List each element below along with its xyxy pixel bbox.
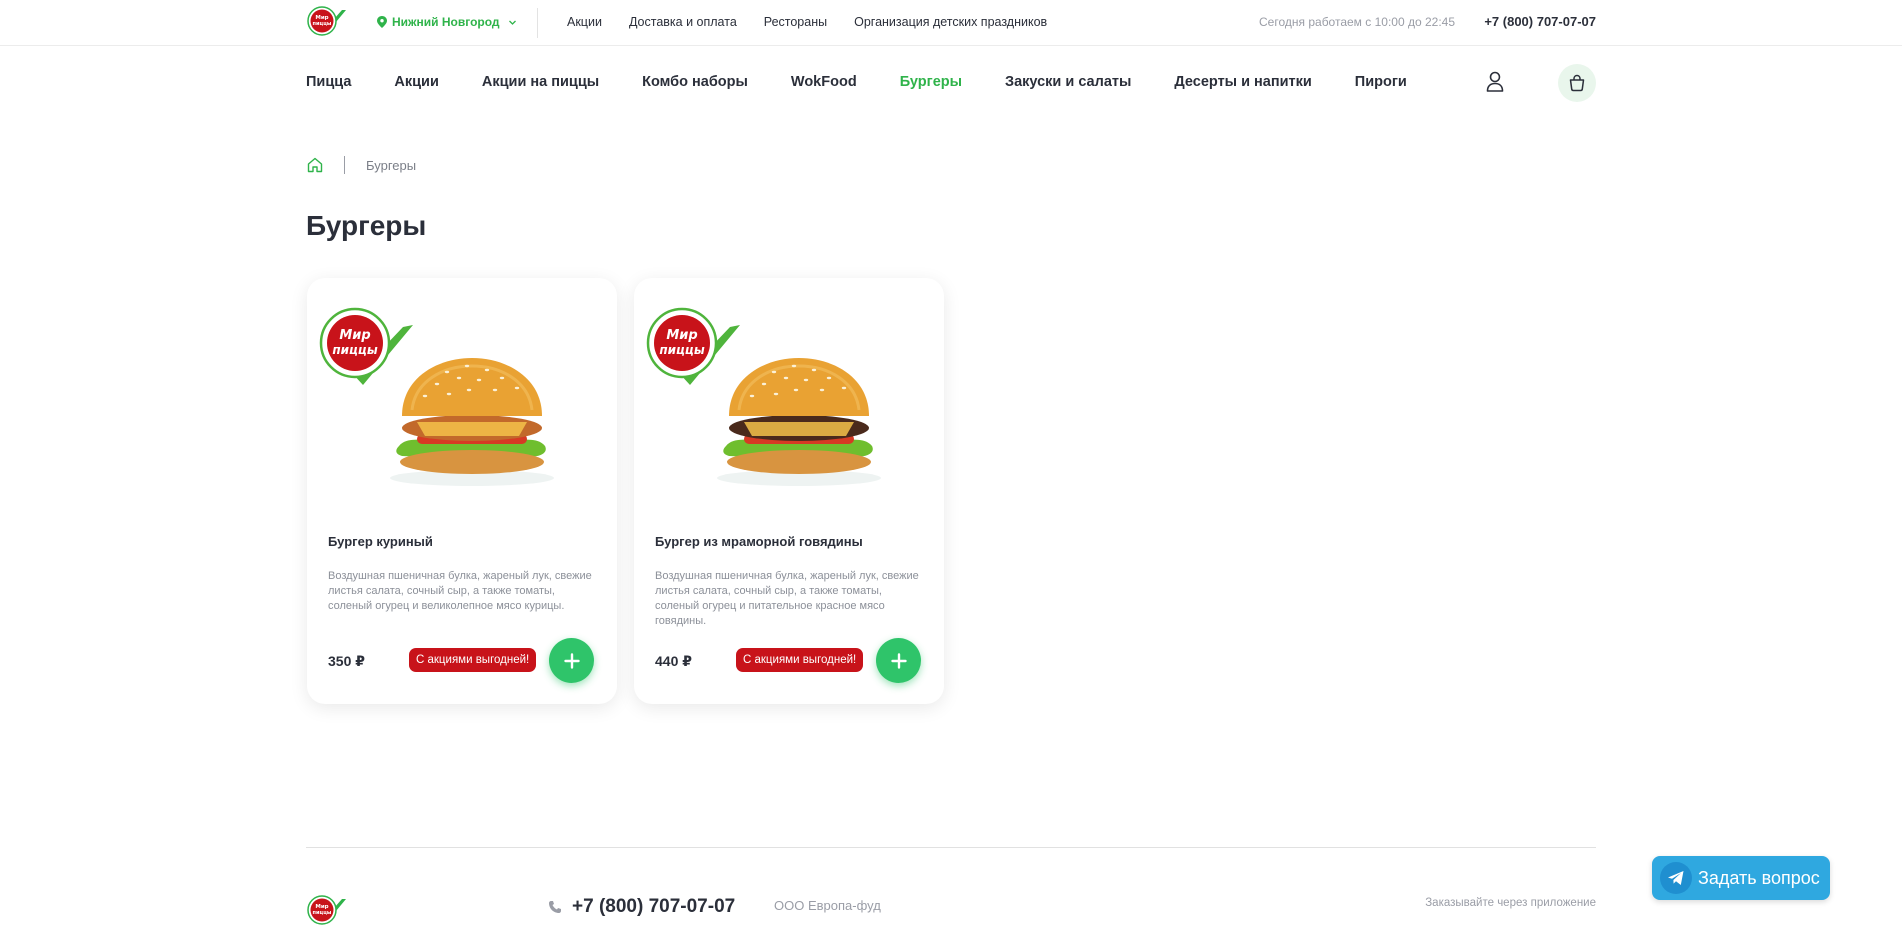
category-nav: Пицца Акции Акции на пиццы Комбо наборы … (306, 74, 1450, 90)
footer-phone[interactable]: +7 (800) 707-07-07 (548, 896, 735, 918)
breadcrumb-separator (344, 156, 345, 174)
promo-badge: С акциями выгодней! (736, 648, 864, 672)
nav-pizza-promotions[interactable]: Акции на пиццы (482, 74, 599, 90)
product-description: Воздушная пшеничная булка, жареный лук, … (655, 570, 919, 627)
nav-burgers[interactable]: Бургеры (900, 74, 962, 90)
logo-text-2: пиццы (313, 21, 332, 27)
footer-company: ООО Европа-фуд (774, 898, 881, 913)
city-name: Нижний Новгород (392, 15, 500, 29)
ask-question-button[interactable]: Задать вопрос (1652, 856, 1830, 900)
page-title: Бургеры (306, 210, 427, 241)
product-image[interactable]: Мир пиццы (307, 278, 617, 508)
product-price: 440 ₽ (655, 653, 692, 669)
product-price: 350 ₽ (328, 653, 365, 669)
nav-pizza[interactable]: Пицца (306, 74, 351, 90)
cart-button[interactable] (1558, 64, 1596, 102)
plus-icon (563, 652, 580, 669)
brand-logo-badge: Мир пиццы (319, 307, 413, 385)
breadcrumb-current: Бургеры (366, 157, 417, 173)
product-image[interactable]: Мир пиццы (634, 278, 944, 508)
brand-logo[interactable]: Мир пиццы (306, 4, 348, 42)
footer-app-text: Заказывайте через приложение (1425, 897, 1596, 909)
ask-question-label: Задать вопрос (1698, 867, 1820, 888)
nav-pies[interactable]: Пироги (1355, 74, 1407, 90)
top-nav-promotions[interactable]: Акции (567, 15, 602, 29)
breadcrumb: Бургеры (306, 155, 416, 175)
product-name[interactable]: Бургер куриный (328, 534, 433, 549)
footer-logo-text-2: пиццы (313, 910, 332, 916)
user-icon[interactable] (1484, 70, 1506, 94)
basket-icon (1569, 74, 1585, 92)
nav-wokfood[interactable]: WokFood (791, 74, 857, 90)
product-card[interactable]: Мир пиццы Бургер куриный Воздушная пшени… (307, 278, 617, 704)
add-to-cart-button[interactable] (876, 638, 921, 683)
nav-snacks-salads[interactable]: Закуски и салаты (1005, 74, 1131, 90)
footer-phone-number: +7 (800) 707-07-07 (572, 896, 736, 917)
top-nav: Акции Доставка и оплата Рестораны Органи… (567, 15, 1047, 29)
promo-badge: С акциями выгодней! (409, 648, 537, 672)
nav-combo[interactable]: Комбо наборы (642, 74, 748, 90)
plus-icon (890, 652, 907, 669)
badge-text-1: Мир (339, 328, 370, 343)
location-pin-icon (377, 16, 387, 28)
divider (537, 8, 538, 38)
header-phone[interactable]: +7 (800) 707-07-07 (1484, 14, 1596, 29)
top-nav-kids-parties[interactable]: Организация детских праздников (854, 15, 1047, 29)
chevron-down-icon (508, 20, 516, 25)
badge-text-2: пиццы (332, 343, 377, 357)
footer-brand-logo[interactable]: Мир пиццы (306, 893, 348, 926)
footer-divider (306, 847, 1596, 848)
add-to-cart-button[interactable] (549, 638, 594, 683)
top-nav-delivery[interactable]: Доставка и оплата (629, 15, 737, 29)
nav-desserts-drinks[interactable]: Десерты и напитки (1174, 74, 1311, 90)
home-icon[interactable] (306, 156, 324, 174)
top-bar: Мир пиццы Нижний Новгород Акции Доставка… (0, 0, 1902, 46)
brand-logo-badge: Мир пиццы (646, 307, 740, 385)
product-card[interactable]: Мир пиццы Бургер из мраморной говядины В… (634, 278, 944, 704)
product-name[interactable]: Бургер из мраморной говядины (655, 534, 863, 549)
nav-promotions[interactable]: Акции (394, 74, 438, 90)
badge-text-2: пиццы (659, 343, 704, 357)
city-selector[interactable]: Нижний Новгород (377, 14, 517, 30)
top-nav-restaurants[interactable]: Рестораны (764, 15, 827, 29)
working-hours: Сегодня работаем с 10:00 до 22:45 (1259, 15, 1455, 29)
telegram-icon (1660, 862, 1692, 894)
phone-icon (549, 901, 561, 913)
product-description: Воздушная пшеничная булка, жареный лук, … (328, 570, 592, 612)
badge-text-1: Мир (666, 328, 697, 343)
